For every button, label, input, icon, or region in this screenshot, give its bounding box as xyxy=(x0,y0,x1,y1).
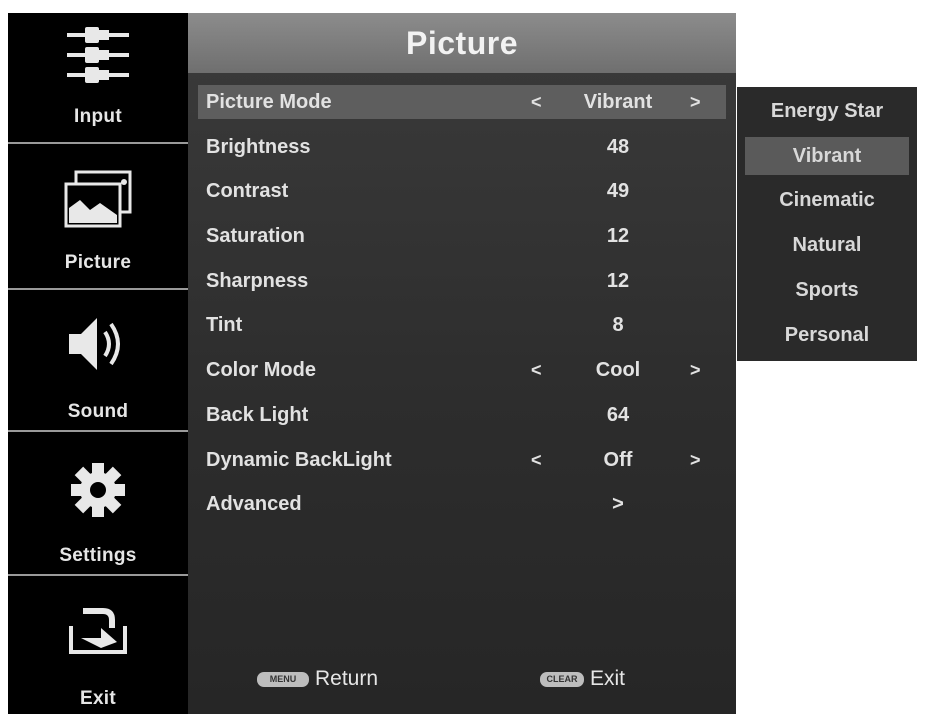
row-label: Brightness xyxy=(206,136,311,158)
picture-icon xyxy=(8,170,188,230)
exit-hint[interactable]: CLEAR Exit xyxy=(540,664,625,694)
sidebar-menu: Input Picture Sound Settings Exit xyxy=(8,13,188,714)
arrow-left-icon[interactable]: < xyxy=(531,353,542,387)
menu-row-sharpness[interactable]: Sharpness 12 xyxy=(198,264,726,298)
speaker-icon xyxy=(8,312,188,376)
sidebar-item-label: Sound xyxy=(67,401,129,422)
menu-row-brightness[interactable]: Brightness 48 xyxy=(198,130,726,164)
sidebar-item-label: Settings xyxy=(59,545,137,566)
sidebar-item-picture[interactable]: Picture xyxy=(8,144,188,290)
sidebar-item-exit[interactable]: Exit xyxy=(8,576,188,714)
menu-row-contrast[interactable]: Contrast 49 xyxy=(198,174,726,208)
menu-row-dynamic-backlight[interactable]: Dynamic BackLight < Off > xyxy=(198,443,726,477)
exit-label: Exit xyxy=(590,667,626,690)
panel-title: Picture xyxy=(188,13,736,73)
return-hint[interactable]: MENU Return xyxy=(257,664,378,694)
gear-icon xyxy=(8,462,188,518)
row-label: Picture Mode xyxy=(206,91,332,113)
sidebar-item-settings[interactable]: Settings xyxy=(8,432,188,576)
arrow-left-icon[interactable]: < xyxy=(531,85,542,119)
dropdown-option[interactable]: Personal xyxy=(737,316,917,354)
dropdown-option[interactable]: Natural xyxy=(737,226,917,264)
picture-settings-panel: Picture Picture Mode < Vibrant > Brightn… xyxy=(188,13,736,714)
sidebar-item-label: Input xyxy=(74,106,122,127)
return-label: Return xyxy=(315,667,379,690)
row-label: Tint xyxy=(206,314,243,336)
row-label: Back Light xyxy=(206,404,309,426)
menu-row-back-light[interactable]: Back Light 64 xyxy=(198,398,726,432)
clear-key-icon: CLEAR xyxy=(540,671,584,687)
row-label: Color Mode xyxy=(206,359,316,381)
row-value: 64 xyxy=(606,404,630,426)
row-value: Off xyxy=(603,449,633,471)
arrow-left-icon[interactable]: < xyxy=(531,443,542,477)
picture-mode-dropdown: Energy Star Vibrant Cinematic Natural Sp… xyxy=(737,87,917,361)
dropdown-option[interactable]: Energy Star xyxy=(737,92,917,130)
menu-row-color-mode[interactable]: Color Mode < Cool > xyxy=(198,353,726,387)
sidebar-item-label: Exit xyxy=(79,688,117,709)
row-label: Saturation xyxy=(206,225,305,247)
menu-row-picture-mode[interactable]: Picture Mode < Vibrant > xyxy=(198,85,726,119)
dropdown-option[interactable]: Cinematic xyxy=(737,181,917,219)
row-value: 48 xyxy=(606,136,630,158)
exit-arrow-icon xyxy=(8,598,188,656)
menu-row-tint[interactable]: Tint 8 xyxy=(198,308,726,342)
row-value: 12 xyxy=(606,270,630,292)
sidebar-item-input[interactable]: Input xyxy=(8,13,188,144)
menu-row-advanced[interactable]: Advanced > xyxy=(198,487,726,521)
row-value: 12 xyxy=(606,225,630,247)
row-value: Vibrant xyxy=(583,91,653,113)
dropdown-option[interactable]: Sports xyxy=(737,271,917,309)
row-label: Sharpness xyxy=(206,270,309,292)
sidebar-item-label: Picture xyxy=(64,252,132,273)
row-value: 8 xyxy=(612,314,624,336)
arrow-right-icon[interactable]: > xyxy=(690,443,701,477)
arrow-right-icon[interactable]: > xyxy=(690,353,701,387)
menu-row-saturation[interactable]: Saturation 12 xyxy=(198,219,726,253)
row-label: Contrast xyxy=(206,180,289,202)
row-label: Advanced xyxy=(206,493,302,515)
menu-key-icon: MENU xyxy=(257,671,309,687)
row-value: 49 xyxy=(606,180,630,202)
sidebar-item-sound[interactable]: Sound xyxy=(8,290,188,432)
input-cables-icon xyxy=(8,21,188,89)
chevron-right-icon: > xyxy=(612,493,624,515)
arrow-right-icon[interactable]: > xyxy=(690,85,701,119)
dropdown-option-selected[interactable]: Vibrant xyxy=(745,137,909,175)
row-value: Cool xyxy=(595,359,641,381)
row-label: Dynamic BackLight xyxy=(206,449,392,471)
